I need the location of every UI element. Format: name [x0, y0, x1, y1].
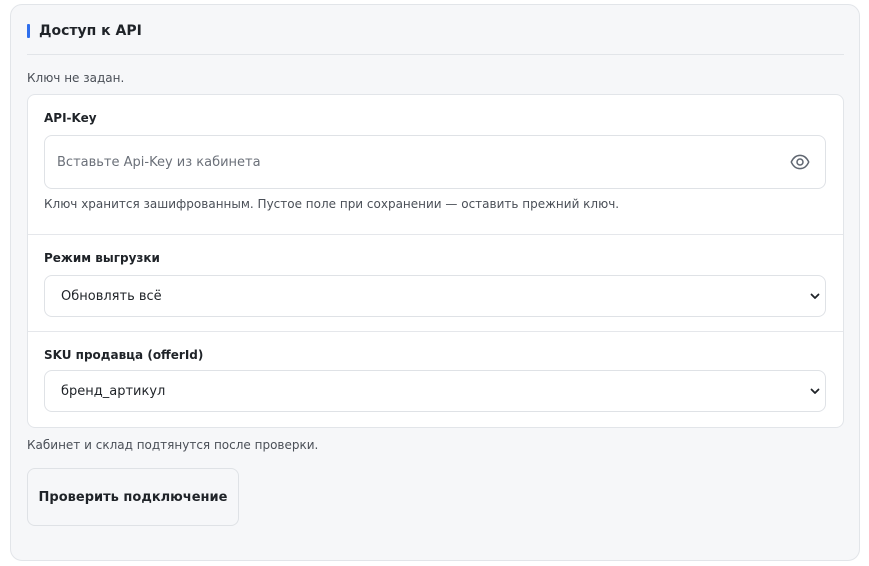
settings-fields-box: API-Key Ключ хранится зашифрованным. Пус…	[27, 94, 844, 428]
export-mode-value: Обновлять всё	[61, 288, 162, 304]
footer-note: Кабинет и склад подтянутся после проверк…	[27, 438, 319, 452]
eye-icon[interactable]	[789, 152, 811, 172]
section-title: Доступ к API	[27, 23, 142, 39]
api-access-card: Доступ к API Ключ не задан. API-Key Ключ…	[10, 4, 860, 561]
chevron-down-icon	[810, 293, 820, 299]
section-title-text: Доступ к API	[39, 23, 142, 39]
export-mode-select[interactable]: Обновлять всё	[44, 275, 826, 317]
title-accent-bar	[27, 24, 30, 38]
seller-sku-label: SKU продавца (offerId)	[44, 348, 204, 362]
key-status-text: Ключ не задан.	[27, 71, 125, 85]
api-key-field-wrap	[44, 135, 826, 189]
seller-sku-select[interactable]: бренд_артикул	[44, 370, 826, 412]
seller-sku-block: SKU продавца (offerId) бренд_артикул	[28, 332, 843, 427]
api-key-label: API-Key	[44, 111, 97, 125]
check-connection-button[interactable]: Проверить подключение	[27, 468, 239, 526]
export-mode-label: Режим выгрузки	[44, 251, 160, 265]
api-key-hint: Ключ хранится зашифрованным. Пустое поле…	[44, 197, 620, 211]
api-key-block: API-Key Ключ хранится зашифрованным. Пус…	[28, 95, 843, 235]
api-key-input[interactable]	[45, 136, 775, 188]
seller-sku-value: бренд_артикул	[61, 383, 166, 399]
export-mode-block: Режим выгрузки Обновлять всё	[28, 235, 843, 332]
chevron-down-icon	[810, 388, 820, 394]
title-divider	[27, 54, 844, 55]
